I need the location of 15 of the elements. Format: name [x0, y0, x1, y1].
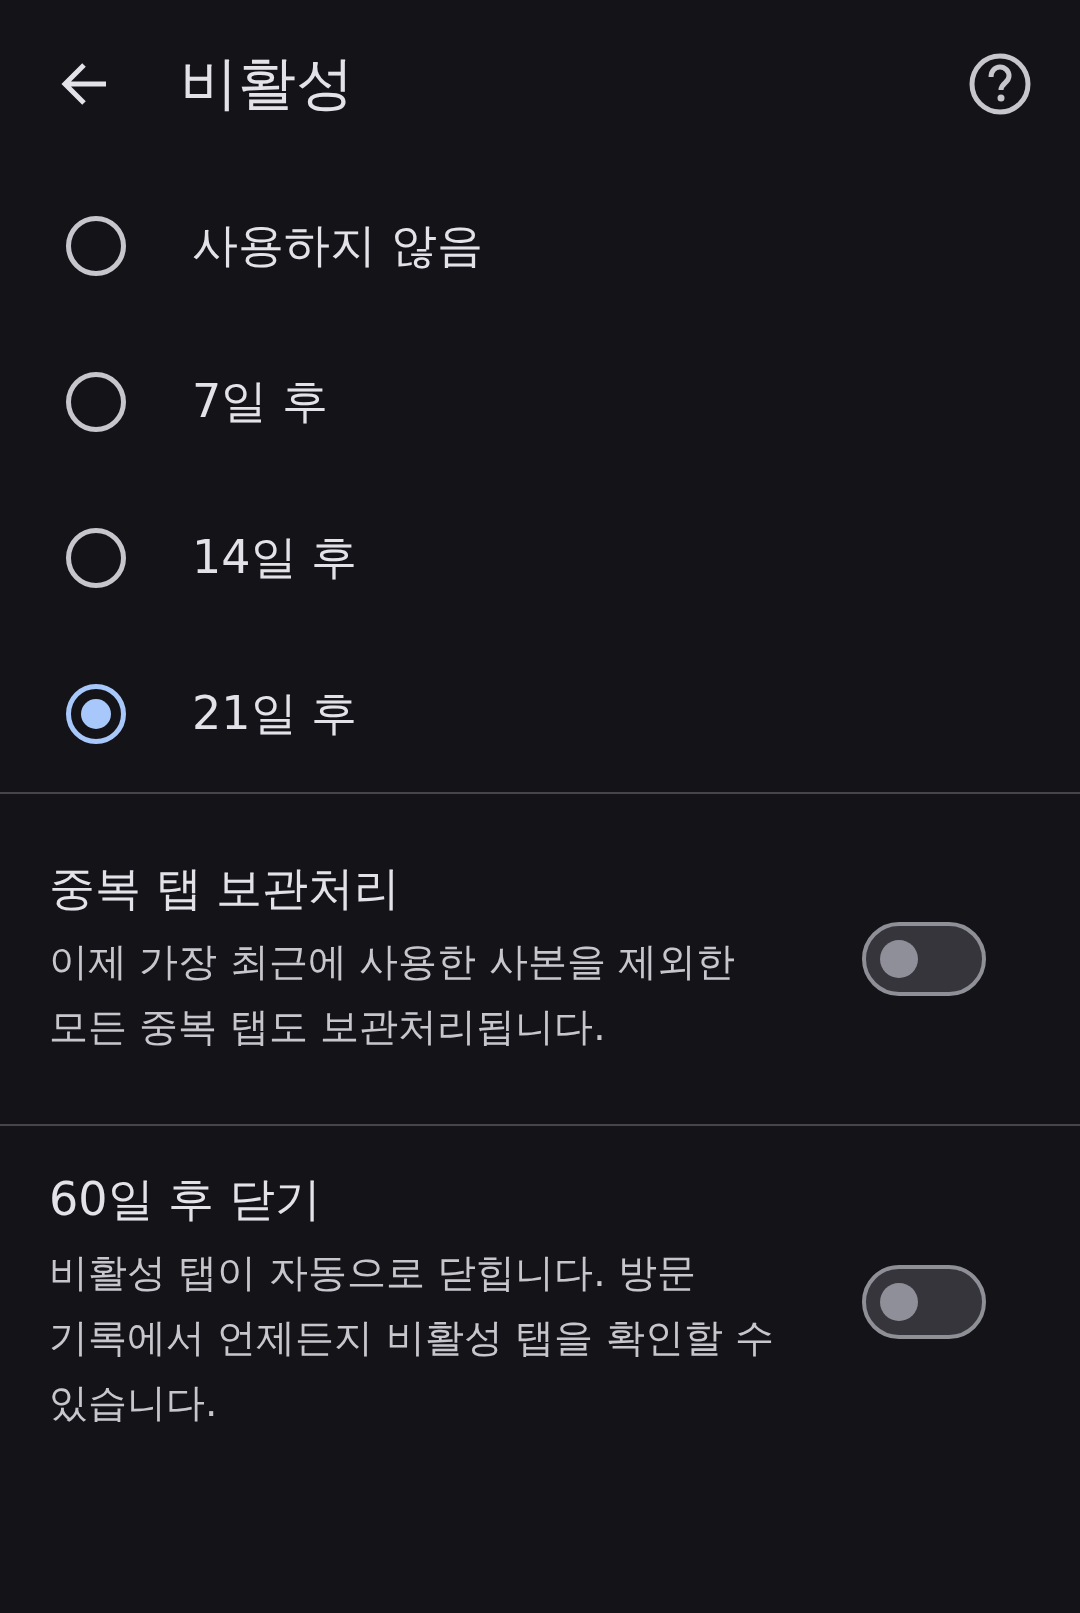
radio-button[interactable] [66, 528, 126, 588]
setting-description: 이제 가장 최근에 사용한 사본을 제외한 모든 중복 탭도 보관처리됩니다. [49, 937, 736, 1051]
help-icon [969, 53, 1031, 115]
option-label[interactable]: 7일 후 [192, 371, 328, 433]
setting-title: 중복 탭 보관처리 [49, 860, 402, 918]
back-arrow-icon [60, 62, 108, 106]
option-label[interactable]: 14일 후 [192, 527, 358, 589]
setting-description: 비활성 탭이 자동으로 닫힙니다. 방문 기록에서 언제든지 비활성 탭을 확인할 수 있습니다. [49, 1248, 775, 1427]
radio-button[interactable] [66, 684, 126, 744]
option-label[interactable]: 사용하지 않음 [192, 215, 483, 277]
option-label[interactable]: 21일 후 [192, 683, 358, 745]
setting-title: 60일 후 닫기 [49, 1171, 322, 1228]
page-title: 비활성 [180, 49, 355, 119]
radio-button[interactable] [66, 216, 126, 276]
radio-button[interactable] [66, 372, 126, 432]
